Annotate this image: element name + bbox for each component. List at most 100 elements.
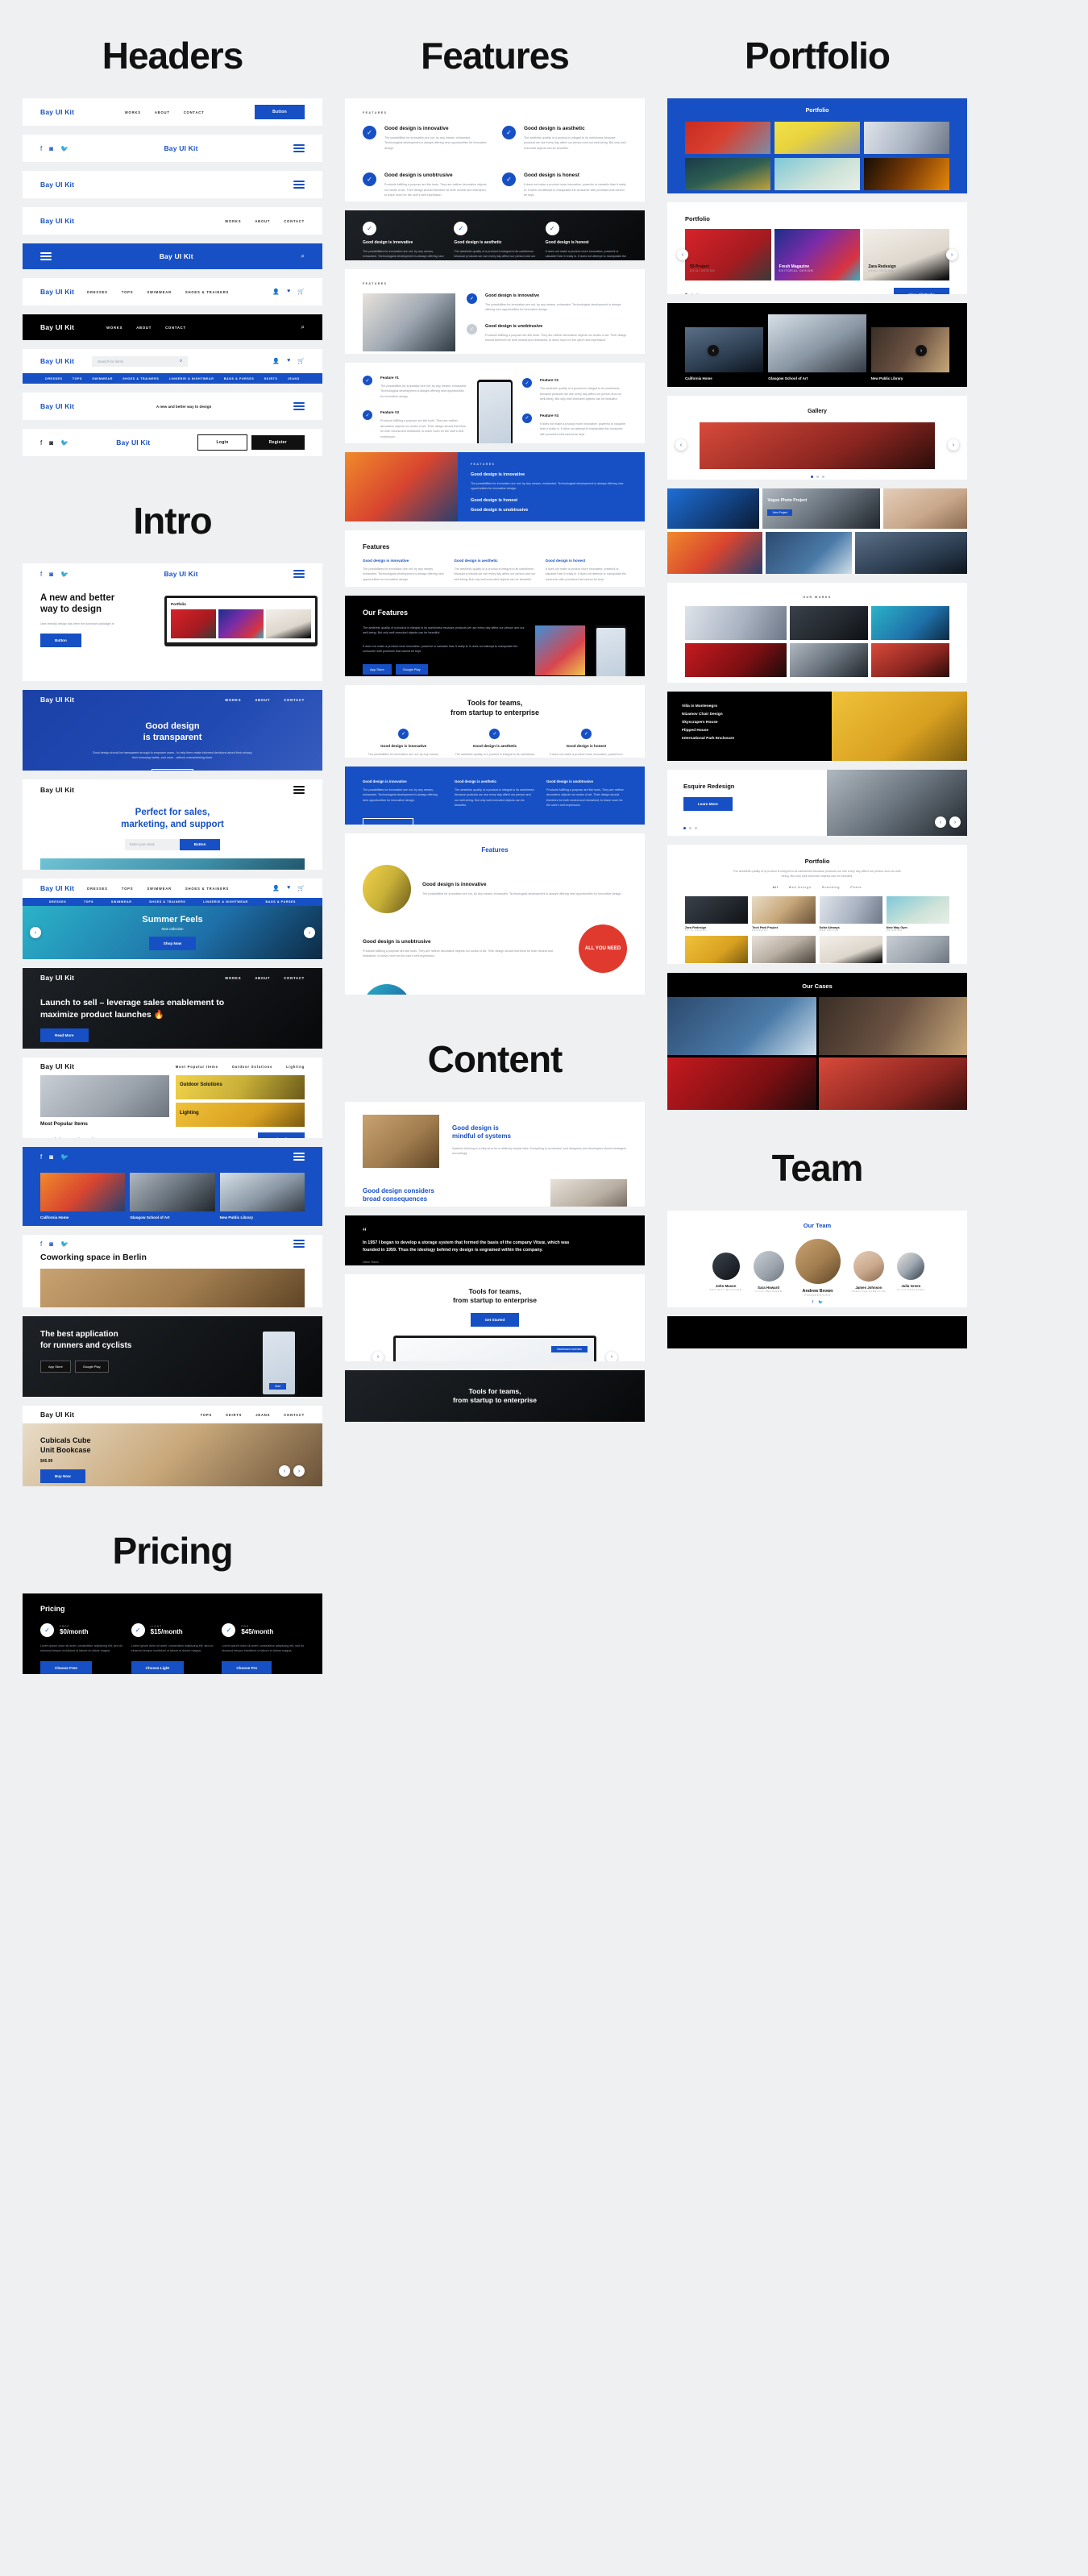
features-card-3[interactable]: FEATURES ✓ Good design is innovative The… (345, 269, 645, 354)
dot[interactable] (683, 827, 686, 829)
portfolio-grid-item[interactable]: Tech Park Project BRANDING (752, 895, 816, 932)
intro-card-5[interactable]: Bay UI Kit WORKS ABOUT CONTACT Launch to… (23, 968, 322, 1049)
pricing-plan[interactable]: ✓ LIGHT $15/month Lorem ipsum dolor sit … (131, 1623, 214, 1674)
plan-button[interactable]: Choose Pro (222, 1660, 272, 1674)
nav-2[interactable]: Outdoor Solutions (232, 1065, 272, 1069)
nav-jeans[interactable]: JEANS (288, 377, 300, 380)
facebook-icon[interactable]: f (40, 145, 42, 152)
nav-dresses[interactable]: DRESSES (87, 887, 108, 891)
carousel-next-icon[interactable]: › (304, 927, 315, 938)
logo[interactable]: Bay UI Kit (40, 786, 74, 794)
features-card-9[interactable]: Good design is innovative The possibilit… (345, 767, 645, 825)
logo[interactable]: Bay UI Kit (40, 217, 74, 225)
email-field[interactable]: Enter your email (125, 838, 180, 850)
dot[interactable] (695, 827, 697, 829)
portfolio-card-2[interactable]: Portfolio 55 Project UX/UI DESIGN Fresh … (667, 202, 967, 294)
nav-dresses[interactable]: DRESSES (87, 290, 108, 294)
portfolio-grid-item[interactable]: Zara Redesign UX/UI DESIGN (685, 895, 749, 932)
features-card-7[interactable]: Our Features The aesthetic quality of a … (345, 596, 645, 676)
app-store-button[interactable]: App Store (363, 663, 392, 675)
nav-bags[interactable]: BAGS & PURSES (266, 900, 297, 904)
facebook-icon[interactable]: f (812, 1300, 813, 1305)
pricing-card[interactable]: Pricing ✓ FREE $0/month Lorem ipsum dolo… (23, 1593, 322, 1674)
nav-tops[interactable]: TOPS (122, 887, 134, 891)
logo[interactable]: Bay UI Kit (40, 974, 74, 982)
nav-tops[interactable]: TOPS (73, 377, 82, 380)
nav-lingerie[interactable]: LINGERIE & NIGHTWEAR (169, 377, 214, 380)
content-quote-card[interactable]: “ In 1957 I began to develop a storage s… (345, 1215, 645, 1265)
logo[interactable]: Bay UI Kit (40, 181, 74, 189)
cart-icon[interactable]: 🛒 (297, 885, 305, 891)
portfolio-grid-item[interactable]: New Modern WEB DESIGN (752, 935, 816, 964)
instagram-icon[interactable]: ◙ (49, 1240, 53, 1248)
villa-line[interactable]: International Park Enclosure (682, 735, 817, 743)
portfolio-villa-card[interactable]: Villa in Montenegro Nizamov Chair Design… (667, 692, 967, 761)
get-started-button[interactable]: Get Started (470, 1312, 520, 1327)
nav-shoes[interactable]: SHOES & TRAINERS (123, 377, 159, 380)
twitter-icon[interactable]: 🐦 (60, 1240, 69, 1248)
menu-icon[interactable] (293, 401, 305, 412)
instagram-icon[interactable]: ◙ (49, 439, 53, 447)
primary-nav[interactable]: WORKS ABOUT CONTACT (125, 110, 205, 114)
search-input[interactable]: Search for items ⌕ (92, 355, 189, 367)
nav-contact[interactable]: CONTACT (284, 219, 305, 223)
team-card[interactable]: Our Team John Mason PROJECT MANAGER Sara… (667, 1211, 967, 1307)
logo[interactable]: Bay UI Kit (40, 357, 74, 365)
logo[interactable]: Bay UI Kit (40, 108, 74, 116)
login-button[interactable]: Login (197, 434, 247, 451)
nav-swimwear[interactable]: SWIMWEAR (147, 290, 172, 294)
account-icon[interactable]: 👤 (272, 885, 280, 891)
nav-works[interactable]: WORKS (225, 698, 241, 702)
carousel-next-icon[interactable]: › (948, 439, 959, 451)
dot[interactable] (685, 293, 687, 294)
facebook-icon[interactable]: f (40, 439, 42, 447)
twitter-icon[interactable]: 🐦 (60, 571, 69, 578)
shop-subnav[interactable]: DRESSES TOPS SWIMWEAR SHOES & TRAINERS L… (23, 373, 322, 384)
portfolio-esquire-card[interactable]: Esquire Redesign Learn More ‹ › (667, 770, 967, 836)
dot[interactable] (816, 476, 819, 478)
portfolio-vogue-card[interactable]: Vogue Photo Project View Project (667, 488, 967, 574)
nav-works[interactable]: WORKS (106, 326, 123, 330)
team-member[interactable]: Andrew Brown FOUNDER/CEO f 🐦 (795, 1239, 841, 1305)
logo[interactable]: Bay UI Kit (40, 1411, 74, 1419)
nav-about[interactable]: ABOUT (255, 698, 270, 702)
plan-button[interactable]: Choose Free (40, 1660, 92, 1674)
nav-contact[interactable]: CONTACT (165, 326, 186, 330)
google-play-button[interactable]: Google Play (395, 663, 428, 675)
intro2-button[interactable]: Button (151, 768, 194, 771)
menu-icon[interactable] (293, 568, 305, 580)
account-icon[interactable]: 👤 (272, 358, 280, 364)
header-cta-button[interactable]: Button (255, 105, 305, 119)
intro1-button[interactable]: Button (40, 634, 81, 648)
dot[interactable] (821, 476, 824, 478)
carousel-next-icon[interactable]: › (293, 1465, 305, 1477)
nav-tops[interactable]: TOPS (84, 900, 93, 904)
logo[interactable]: Bay UI Kit (40, 323, 74, 331)
twitter-icon[interactable]: 🐦 (60, 145, 69, 152)
nav-shoes[interactable]: SHOES & TRAINERS (185, 887, 229, 891)
google-play-button[interactable]: Google Play (74, 1361, 109, 1373)
header-variant-5[interactable]: Bay UI Kit ⌕ (23, 243, 322, 269)
nav-bags[interactable]: BAGS & PURSES (224, 377, 255, 380)
portfolio-works-card[interactable]: OUR WORKS Load More (667, 583, 967, 683)
intro-card-1[interactable]: f ◙ 🐦 Bay UI Kit A new and better way to d… (23, 563, 322, 681)
header-variant-6[interactable]: Bay UI Kit DRESSES TOPS SWIMWEAR SHOES &… (23, 278, 322, 305)
facebook-icon[interactable]: f (40, 1240, 42, 1248)
features-card-4[interactable]: ✓ Feature #1 The possibilities for innov… (345, 363, 645, 443)
nav-about[interactable]: ABOUT (255, 219, 270, 223)
portfolio-grid-item[interactable]: Sofar Airways WEB DESIGN (819, 895, 882, 932)
app-store-button[interactable]: App Store (40, 1361, 71, 1373)
villa-line[interactable]: Nizamov Chair Design (682, 711, 817, 719)
villa-line[interactable]: Flipped House (682, 727, 817, 735)
nav-about[interactable]: ABOUT (255, 976, 270, 980)
dot[interactable] (689, 827, 691, 829)
instagram-icon[interactable]: ◙ (49, 1153, 53, 1161)
intro6-subscribe-button[interactable]: Subscribe (257, 1132, 305, 1138)
intro10-buy-button[interactable]: Buy Now (40, 1469, 85, 1484)
intro9-map-button[interactable]: Start (269, 1383, 287, 1390)
menu-icon[interactable] (293, 179, 305, 190)
nav-contact[interactable]: CONTACT (284, 698, 305, 702)
plan-button[interactable]: Choose Light (131, 1660, 185, 1674)
intro-card-3[interactable]: Bay UI Kit Perfect for sales, marketing,… (23, 779, 322, 870)
search-icon[interactable]: ⌕ (180, 359, 182, 364)
